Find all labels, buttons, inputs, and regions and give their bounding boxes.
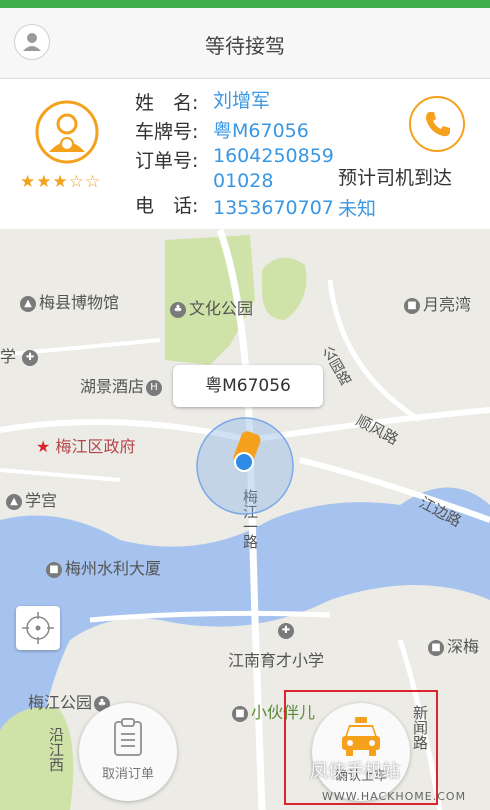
eta-label: 预计司机到达 xyxy=(338,167,453,189)
driver-phone[interactable]: 1353670707 xyxy=(213,197,334,219)
building-icon: ■ xyxy=(404,297,420,314)
poi-school-left[interactable]: 学 ✚ xyxy=(0,343,41,367)
watermark-text: 凤侠手机站 xyxy=(310,761,400,782)
car-location-marker xyxy=(196,417,294,515)
driver-avatar-icon xyxy=(35,100,99,164)
school-icon: ✚ xyxy=(278,623,294,639)
cancel-order-label: 取消订单 xyxy=(101,767,154,782)
poi-hotel[interactable]: 湖景酒店 H xyxy=(80,373,165,397)
label-name: 姓 名: xyxy=(135,92,199,114)
order-number-line2: 01028 xyxy=(213,170,274,192)
poi-shenmei[interactable]: ■ 深梅 xyxy=(428,633,479,657)
school-icon: ✚ xyxy=(22,349,39,366)
poi-district-gov[interactable]: ★ 梅江区政府 xyxy=(36,433,135,457)
poi-jiangnan-school[interactable]: ✚ 江南育才小学 xyxy=(228,623,324,671)
watermark-url: WWW.HACKHOME.COM xyxy=(322,790,467,803)
poi-museum[interactable]: ▲ 梅县博物馆 xyxy=(20,289,119,313)
car-plate-bubble: 粤M67056 xyxy=(173,365,323,407)
temple-icon: ▲ xyxy=(6,493,22,510)
poi-meijiang-park[interactable]: 梅江公园 ♣ xyxy=(28,689,113,713)
building-icon: ■ xyxy=(428,639,444,656)
building-icon: ■ xyxy=(46,561,62,578)
shop-icon: ■ xyxy=(232,705,248,722)
driver-name: 刘增军 xyxy=(213,90,271,112)
poi-water-building[interactable]: ■ 梅州水利大厦 xyxy=(46,555,161,579)
driver-plate: 粤M67056 xyxy=(213,120,309,142)
poi-park-culture[interactable]: ♣ 文化公园 xyxy=(170,295,253,319)
highlight-box xyxy=(284,690,438,805)
order-number-line1: 1604250859 xyxy=(213,145,334,167)
status-strip xyxy=(0,0,490,8)
poi-xuegong[interactable]: ▲ 学宫 xyxy=(6,487,57,511)
app-header: 等待接驾 xyxy=(0,8,490,79)
poi-moon-bay[interactable]: ■ 月亮湾 xyxy=(404,291,471,315)
museum-icon: ▲ xyxy=(20,295,36,312)
locate-me-button[interactable] xyxy=(16,606,60,650)
label-plate: 车牌号: xyxy=(135,121,199,143)
cancel-order-button[interactable]: 取消订单 xyxy=(79,703,177,801)
clipboard-icon xyxy=(114,718,142,756)
crosshair-icon xyxy=(22,612,54,644)
label-phone: 电 话: xyxy=(135,195,199,217)
eta-value: 未知 xyxy=(338,198,377,220)
phone-icon xyxy=(426,112,450,137)
gov-star-icon: ★ xyxy=(36,437,56,456)
page-title: 等待接驾 xyxy=(205,34,285,58)
park-icon: ♣ xyxy=(170,301,186,318)
hotel-icon: H xyxy=(146,379,163,396)
call-driver-button[interactable] xyxy=(409,96,465,152)
label-order: 订单号: xyxy=(135,150,199,172)
road-yanjiang-west: 沿江西 xyxy=(47,727,65,772)
driver-rating: ★★★☆☆ xyxy=(20,172,102,192)
